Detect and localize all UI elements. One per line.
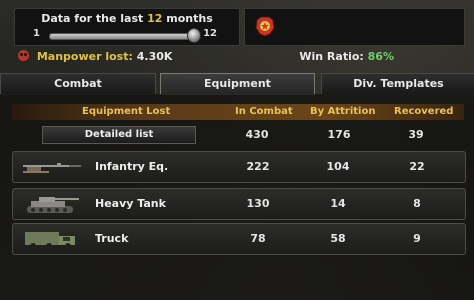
rifle-icon (23, 163, 81, 173)
cell-recovered: 8 (413, 197, 421, 210)
cell-in-combat: 130 (246, 197, 270, 210)
row-label: Heavy Tank (95, 197, 166, 210)
tank-icon (27, 197, 79, 213)
tab-equipment[interactable]: Equipment (160, 73, 315, 95)
table-header: Equipment Lost In Combat By Attrition Re… (12, 104, 464, 120)
cell-recovered: 9 (413, 232, 421, 245)
table-row[interactable]: Infantry Eq. 222 104 22 (12, 151, 466, 183)
slider-min-label: 1 (33, 28, 40, 39)
header-recovered: Recovered (394, 106, 454, 117)
header-by-attrition: By Attrition (310, 106, 376, 117)
header-equipment-lost: Equipment Lost (82, 106, 171, 117)
manpower-lost: Manpower lost: 4.30K (18, 50, 172, 63)
win-ratio: Win Ratio: 86% (299, 50, 394, 63)
months-slider[interactable] (49, 33, 199, 40)
time-range-prefix: Data for the last (41, 12, 144, 25)
time-range-months: 12 (147, 12, 163, 25)
row-label: Infantry Eq. (95, 160, 169, 173)
faction-badge-icon[interactable] (253, 14, 277, 38)
total-by-attrition: 176 (327, 128, 351, 141)
table-row[interactable]: Truck 78 58 9 (12, 223, 466, 255)
win-ratio-label: Win Ratio: (299, 50, 364, 63)
time-range-title: Data for the last 12 months (15, 12, 239, 25)
table-row[interactable]: Heavy Tank 130 14 8 (12, 188, 466, 220)
cell-by-attrition: 58 (330, 232, 346, 245)
tab-combat[interactable]: Combat (0, 73, 156, 95)
cell-in-combat: 78 (250, 232, 266, 245)
detailed-list-button[interactable]: Detailed list (42, 126, 196, 144)
equipment-panel: Equipment Lost In Combat By Attrition Re… (0, 94, 474, 300)
months-slider-handle[interactable] (187, 28, 201, 43)
cell-in-combat: 222 (246, 160, 270, 173)
cell-by-attrition: 14 (330, 197, 346, 210)
slider-max-label: 12 (203, 28, 217, 39)
cell-by-attrition: 104 (326, 160, 350, 173)
time-range-suffix: months (166, 12, 213, 25)
win-ratio-value: 86% (367, 50, 394, 63)
cell-recovered: 22 (409, 160, 425, 173)
total-in-combat: 430 (245, 128, 269, 141)
time-range-panel: Data for the last 12 months 1 12 (14, 8, 240, 46)
manpower-label: Manpower lost: (36, 50, 133, 63)
country-panel (244, 8, 465, 46)
total-recovered: 39 (408, 128, 424, 141)
manpower-value: 4.30K (136, 50, 173, 63)
tab-div-templates[interactable]: Div. Templates (321, 73, 474, 95)
skull-icon (18, 50, 29, 61)
header-in-combat: In Combat (235, 106, 293, 117)
row-label: Truck (95, 232, 129, 245)
truck-icon (25, 232, 75, 249)
